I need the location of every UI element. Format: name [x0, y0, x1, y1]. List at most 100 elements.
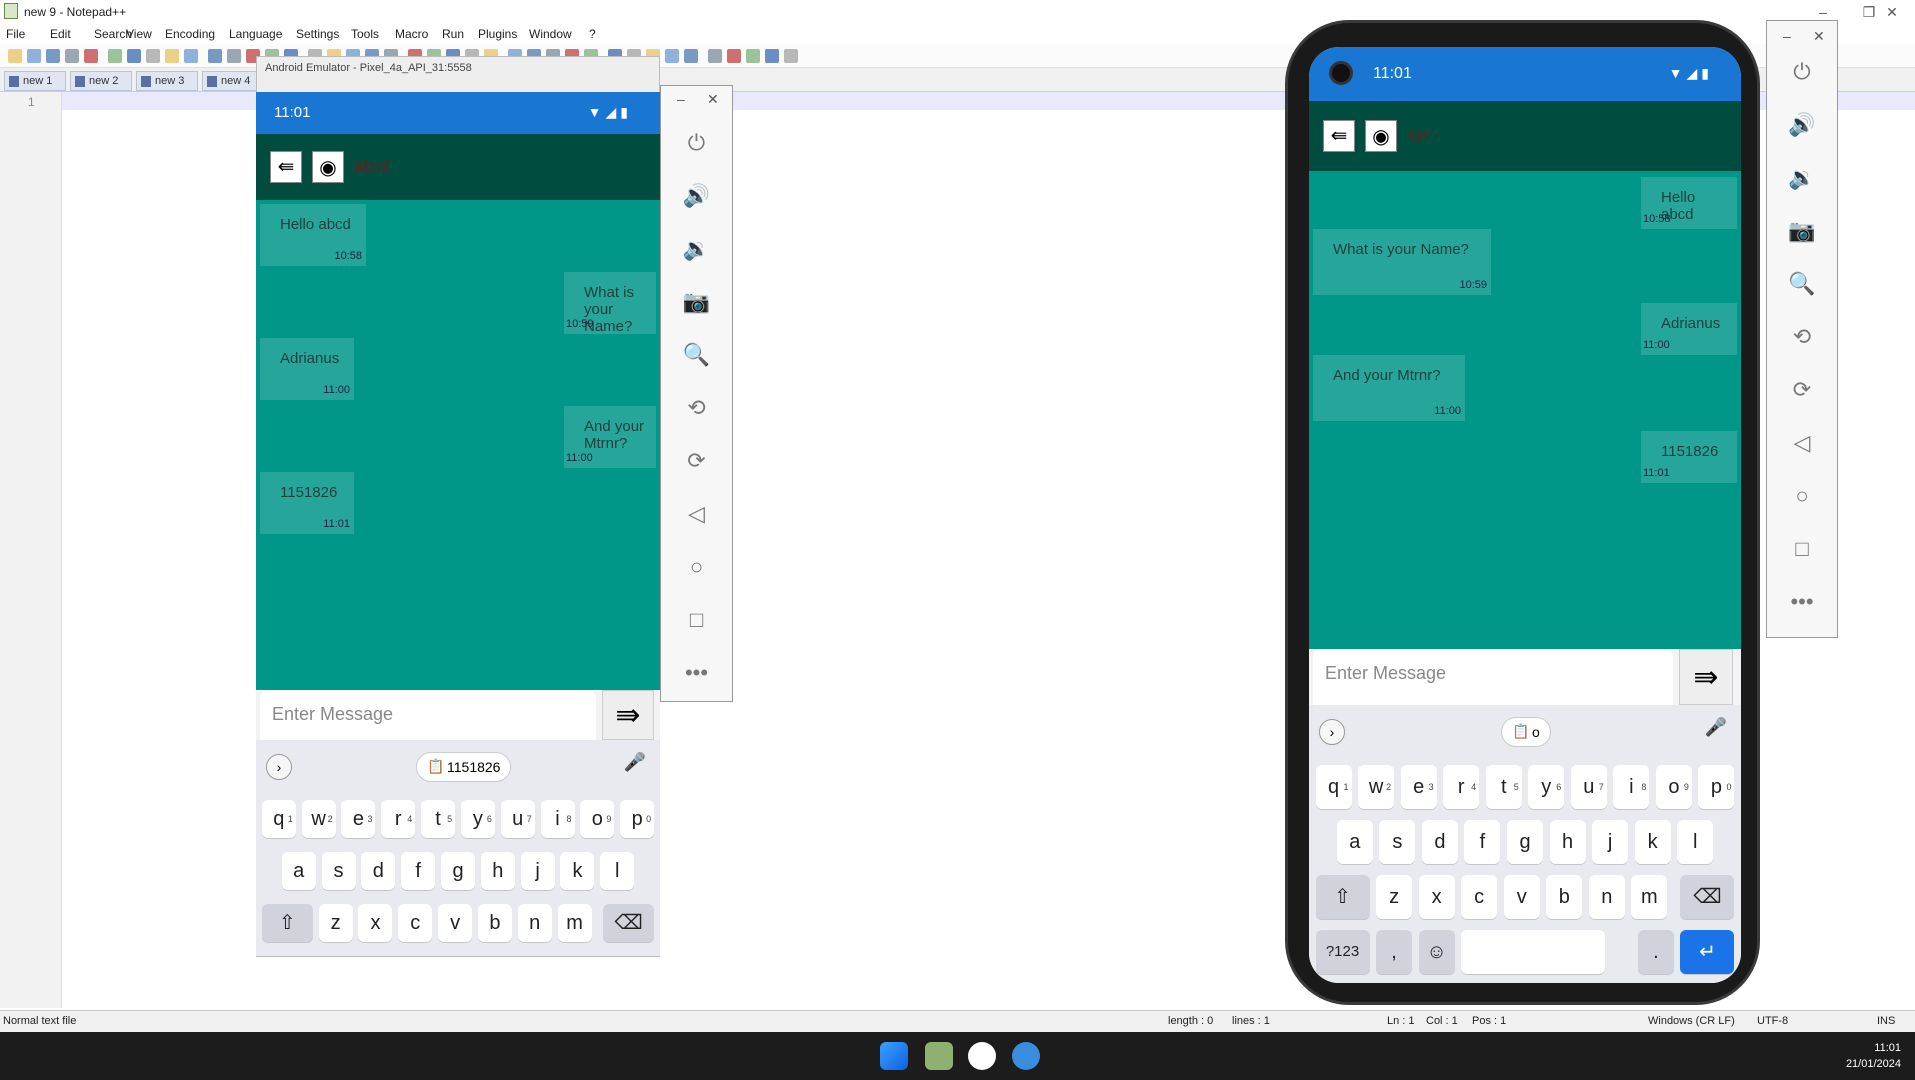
- key-e[interactable]: e3: [341, 800, 376, 838]
- key-d[interactable]: d: [1421, 820, 1458, 864]
- backspace-key[interactable]: ⌫: [603, 904, 655, 942]
- rotate-left-icon[interactable]: ⟲: [1767, 324, 1837, 350]
- shift-key[interactable]: ⇧: [261, 904, 313, 942]
- space-key[interactable]: [1461, 930, 1606, 974]
- menu-6[interactable]: Settings: [296, 27, 339, 41]
- toolbar-icon[interactable]: [65, 49, 79, 63]
- zoom-icon[interactable]: 🔍: [661, 342, 732, 368]
- power-icon[interactable]: ⏻: [1767, 59, 1837, 85]
- menu-7[interactable]: Tools: [351, 27, 379, 41]
- key-z[interactable]: z: [1376, 875, 1413, 919]
- key-x[interactable]: x: [358, 904, 393, 942]
- message-bubble[interactable]: 1151826 11:01: [260, 472, 354, 534]
- key-r[interactable]: r4: [1443, 765, 1480, 809]
- back-arrow-icon[interactable]: ⇚: [270, 151, 302, 183]
- key-t[interactable]: t5: [1485, 765, 1522, 809]
- key-v[interactable]: v: [438, 904, 473, 942]
- clipboard-suggestion[interactable]: 📋 o: [1501, 717, 1551, 747]
- camera-icon[interactable]: 📷: [1767, 218, 1837, 244]
- camera-icon[interactable]: 📷: [661, 289, 732, 315]
- key-q[interactable]: q1: [1315, 765, 1352, 809]
- volume-up-icon[interactable]: 🔊: [1767, 112, 1837, 138]
- side-minimize-button[interactable]: –: [1783, 28, 1791, 44]
- side-close-button[interactable]: ✕: [707, 91, 719, 108]
- menu-5[interactable]: Language: [229, 27, 282, 41]
- key-k[interactable]: k: [560, 852, 595, 890]
- key-c[interactable]: c: [1461, 875, 1498, 919]
- key-o[interactable]: o9: [1655, 765, 1692, 809]
- toolbar-icon[interactable]: [8, 49, 22, 63]
- key-n[interactable]: n: [1588, 875, 1625, 919]
- key-m[interactable]: m: [557, 904, 592, 942]
- enter-key[interactable]: ↵: [1680, 930, 1735, 974]
- key-h[interactable]: h: [1549, 820, 1586, 864]
- home-icon[interactable]: ○: [661, 554, 732, 580]
- key-b[interactable]: b: [1546, 875, 1583, 919]
- key-y[interactable]: y6: [1528, 765, 1565, 809]
- key-s[interactable]: s: [1379, 820, 1416, 864]
- tab-2[interactable]: new 3: [136, 71, 198, 91]
- menu-0[interactable]: File: [6, 27, 25, 41]
- message-input[interactable]: Enter Message: [1313, 649, 1673, 705]
- tab-1[interactable]: new 2: [70, 71, 132, 91]
- back-arrow-icon[interactable]: ⇚: [1323, 120, 1355, 152]
- key-y[interactable]: y6: [460, 800, 495, 838]
- comma-key[interactable]: ,: [1376, 930, 1413, 974]
- clipboard-suggestion[interactable]: 📋 1151826: [416, 752, 512, 782]
- key-u[interactable]: u7: [500, 800, 535, 838]
- key-h[interactable]: h: [480, 852, 515, 890]
- toolbar-icon[interactable]: [746, 49, 760, 63]
- android-studio-icon[interactable]: [1012, 1042, 1040, 1070]
- message-bubble[interactable]: What is your Name? 10:59: [1313, 229, 1491, 295]
- menu-3[interactable]: View: [126, 27, 152, 41]
- key-i[interactable]: i8: [1613, 765, 1650, 809]
- more-icon[interactable]: •••: [661, 660, 732, 686]
- symbols-key[interactable]: ?123: [1315, 930, 1370, 974]
- toolbar-icon[interactable]: [208, 49, 222, 63]
- message-bubble[interactable]: And your Mtrnr? 11:00: [564, 406, 656, 468]
- key-o[interactable]: o9: [580, 800, 615, 838]
- key-k[interactable]: k: [1634, 820, 1671, 864]
- notepad-task-icon[interactable]: [925, 1042, 953, 1070]
- key-j[interactable]: j: [520, 852, 555, 890]
- key-f[interactable]: f: [401, 852, 436, 890]
- toolbar-icon[interactable]: [684, 49, 698, 63]
- menu-4[interactable]: Encoding: [165, 27, 215, 41]
- key-f[interactable]: f: [1464, 820, 1501, 864]
- key-e[interactable]: e3: [1400, 765, 1437, 809]
- start-icon[interactable]: [880, 1042, 908, 1070]
- key-s[interactable]: s: [321, 852, 356, 890]
- message-bubble[interactable]: Hello abcd 10:58: [260, 204, 366, 266]
- volume-down-icon[interactable]: 🔉: [661, 236, 732, 262]
- microphone-icon[interactable]: 🎤: [624, 752, 646, 773]
- home-icon[interactable]: ○: [1767, 483, 1837, 509]
- power-icon[interactable]: ⏻: [661, 130, 732, 156]
- expand-chevron-icon[interactable]: ›: [1319, 719, 1345, 745]
- toolbar-icon[interactable]: [765, 49, 779, 63]
- key-m[interactable]: m: [1631, 875, 1668, 919]
- message-input[interactable]: Enter Message: [260, 690, 596, 740]
- volume-up-icon[interactable]: 🔊: [661, 183, 732, 209]
- toolbar-icon[interactable]: [184, 49, 198, 63]
- key-l[interactable]: l: [600, 852, 635, 890]
- toolbar-icon[interactable]: [27, 49, 41, 63]
- emoji-key[interactable]: ☺: [1418, 930, 1455, 974]
- key-w[interactable]: w2: [301, 800, 336, 838]
- message-bubble[interactable]: 1151826 11:01: [1641, 431, 1737, 483]
- message-bubble[interactable]: What is your Name? 10:59: [564, 272, 656, 335]
- overview-icon[interactable]: □: [661, 607, 732, 633]
- send-button[interactable]: ⇛: [602, 690, 654, 740]
- menu-11[interactable]: Window: [529, 27, 572, 41]
- toolbar-icon[interactable]: [108, 49, 122, 63]
- message-bubble[interactable]: Hello abcd 10:58: [1641, 177, 1737, 229]
- key-j[interactable]: j: [1592, 820, 1629, 864]
- side-close-button[interactable]: ✕: [1813, 28, 1825, 45]
- back-icon[interactable]: ◁: [1767, 430, 1837, 456]
- key-d[interactable]: d: [361, 852, 396, 890]
- rotate-right-icon[interactable]: ⟳: [1767, 377, 1837, 403]
- key-r[interactable]: r4: [381, 800, 416, 838]
- menu-8[interactable]: Macro: [395, 27, 428, 41]
- key-x[interactable]: x: [1418, 875, 1455, 919]
- key-a[interactable]: a: [1336, 820, 1373, 864]
- volume-down-icon[interactable]: 🔉: [1767, 165, 1837, 191]
